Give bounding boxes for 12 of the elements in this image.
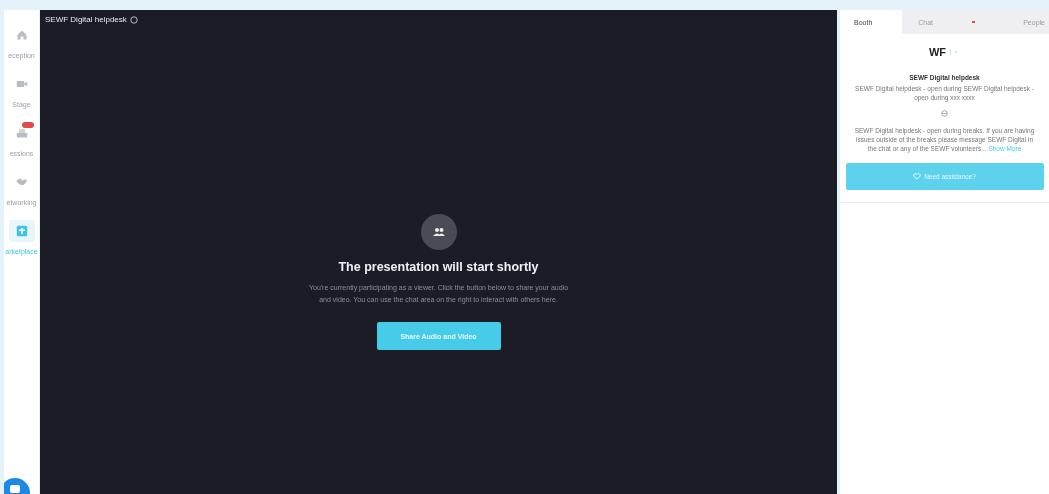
store-icon [15,225,28,237]
handshake-icon [15,176,28,188]
presentation-heading: The presentation will start shortly [338,260,539,274]
booth-logo: WF [928,46,947,58]
sessions-icon [15,127,28,139]
people-avatar [420,214,457,250]
info-icon[interactable] [129,15,138,24]
globe-icon[interactable] [941,110,948,117]
heart-icon [913,173,922,180]
home-icon [15,29,28,41]
stage-title: SEWF Digital helpdesk [45,15,127,24]
camera-icon [15,78,28,90]
